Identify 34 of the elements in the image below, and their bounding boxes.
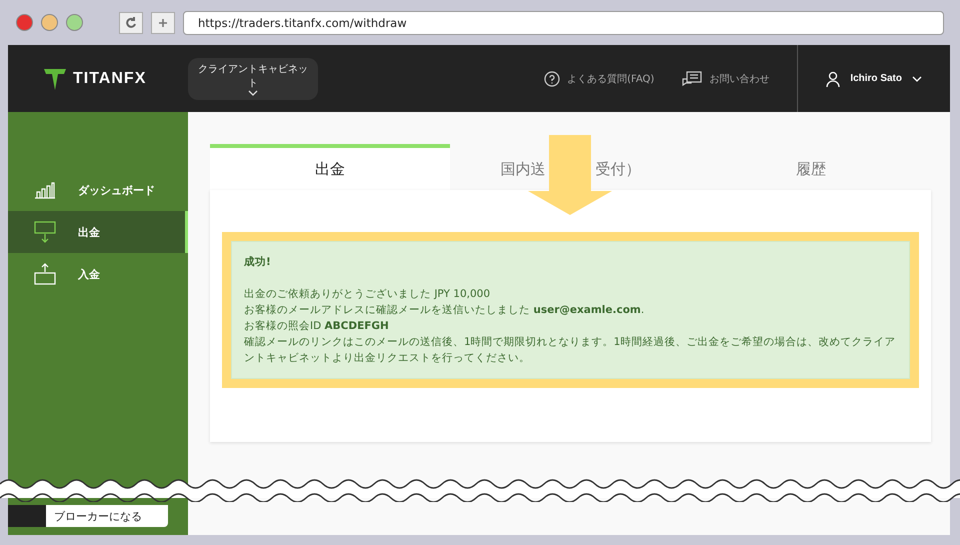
faq-link[interactable]: よくある質問(FAQ) xyxy=(544,70,654,86)
chevron-down-icon xyxy=(248,90,258,96)
tab[interactable]: 履歴 xyxy=(690,144,931,190)
logo-icon xyxy=(43,66,67,90)
alert-text: 出金のご依頼ありがとうございました JPY 10,000 xyxy=(244,287,492,302)
maximize-dot[interactable] xyxy=(66,14,83,31)
sidebar-item[interactable]: 入金 xyxy=(8,253,188,295)
user-menu[interactable]: Ichiro Sato xyxy=(797,45,950,112)
address-bar[interactable]: https://traders.titanfx.com/withdraw xyxy=(183,10,944,34)
chat-icon xyxy=(682,70,702,86)
alert-text: お客様の照会ID ABCDEFGH xyxy=(244,319,390,334)
alert-title: 成功! xyxy=(244,255,272,270)
sidebar-item[interactable]: ダッシュボード xyxy=(8,169,188,211)
close-dot[interactable] xyxy=(16,14,33,31)
money-up-icon xyxy=(34,263,56,285)
new-tab-button[interactable] xyxy=(151,12,175,34)
plus-icon xyxy=(158,18,168,28)
broker-button[interactable]: ブローカーになる xyxy=(8,505,168,527)
help-icon xyxy=(544,70,560,86)
tab[interactable]: 出金 xyxy=(210,144,450,190)
minimize-dot[interactable] xyxy=(41,14,58,31)
bar-chart-icon xyxy=(34,181,56,199)
tab[interactable]: 国内送 受付） xyxy=(450,144,691,190)
contact-link[interactable]: お問い合わせ xyxy=(682,70,770,86)
alert-text: お客様のメールアドレスに確認メールを送信いたしました user@examle.com. xyxy=(244,303,646,318)
cabinet-menu[interactable]: クライアントキャビネット xyxy=(188,58,318,100)
reload-icon xyxy=(125,16,137,28)
sidebar-item[interactable]: 出金 xyxy=(8,211,188,253)
money-down-icon xyxy=(34,221,56,243)
chevron-down-icon xyxy=(912,76,922,82)
logo-text: TITANFX xyxy=(73,70,146,88)
reload-button[interactable] xyxy=(119,12,143,34)
user-icon xyxy=(826,70,840,86)
alert-text: 確認メールのリンクはこのメールの送信後、1時間で期限切れとなります。1時間経過後、ご出金をご希望の場合は、改めてクライアントキャビネットより出金リクエストを行ってください。 xyxy=(244,335,896,366)
